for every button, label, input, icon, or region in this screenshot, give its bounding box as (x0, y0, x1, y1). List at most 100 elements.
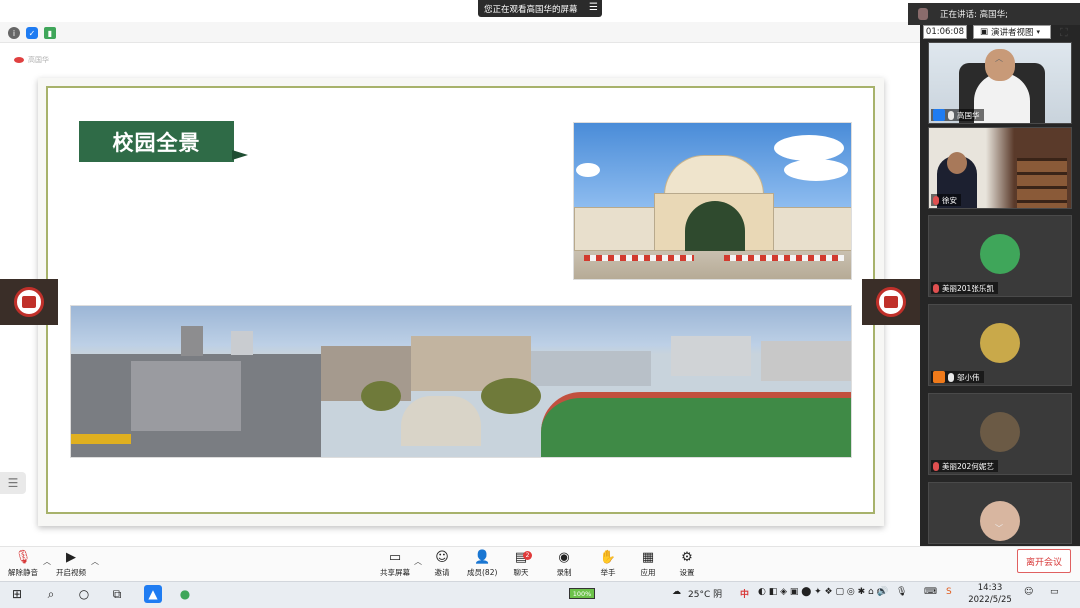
raise-hand-button[interactable]: ✋ 举手 (600, 550, 616, 578)
participant-tile[interactable]: ︿ 高国华 (928, 42, 1072, 124)
avatar (980, 501, 1020, 541)
raise-hand-label: 举手 (600, 568, 616, 577)
invite-label: 邀请 (434, 568, 450, 577)
volume-icon[interactable]: 🔊 (877, 587, 888, 597)
school-logo-right (862, 279, 920, 325)
info-icon[interactable]: i (8, 27, 20, 39)
view-mode-icon: ▣ (980, 27, 989, 37)
participant-name: 徐安 (942, 195, 957, 205)
settings-button[interactable]: ⚙ 设置 (679, 550, 695, 578)
clock-time: 14:33 (977, 583, 1003, 593)
emoji-icon[interactable]: ☺ (1024, 587, 1033, 597)
collapse-icon[interactable]: ︿ (995, 53, 1003, 64)
participant-tile[interactable]: 美丽201张乐凯 (928, 215, 1072, 297)
tray-apps-icon[interactable]: ◐ ◧ ◈ ▣ ⬤ ✦ ❖ ▢ ◎ ✱ ⌂ ◍ (758, 587, 884, 597)
participant-tile[interactable]: ﹀ (928, 482, 1072, 544)
school-logo-left (0, 279, 58, 325)
windows-start-icon[interactable]: ⊞ (8, 585, 26, 603)
members-button[interactable]: 👤 成员(82) (467, 550, 497, 578)
mic-icon (948, 110, 954, 120)
mic-tray-icon[interactable]: 🎙 (896, 587, 907, 597)
weather-text[interactable]: 25°C 阴 (688, 587, 722, 600)
hand-icon: ✋ (599, 550, 617, 565)
cortana-icon[interactable]: ○ (75, 585, 93, 603)
participant-name: 高国华 (957, 110, 980, 120)
campus-panorama-photo (70, 305, 852, 458)
slide-title: 校园全景 (79, 121, 234, 162)
hamburger-icon[interactable]: ☰ (589, 2, 598, 13)
fullscreen-icon[interactable]: ⛶ (1060, 26, 1068, 40)
start-video-button[interactable]: ▶ 开启视频 (56, 550, 86, 578)
mic-muted-icon: 🎙 (14, 550, 32, 565)
share-screen-icon: ▭ (388, 550, 402, 565)
members-label: 成员(82) (467, 568, 498, 577)
battery-indicator: 100% (569, 588, 595, 599)
screen: 您正在观看高国华的屏幕 ☰ i ✓ ▮ 高国华 校园全景 ☰ 正在讲话: 高国华… (0, 0, 1080, 608)
wechat-icon[interactable]: ● (176, 585, 194, 603)
view-mode-select[interactable]: ▣ 演讲者视图 ▾ (973, 25, 1051, 39)
apps-button[interactable]: ▦ 应用 (640, 550, 656, 578)
task-view-icon[interactable]: ⧉ (108, 585, 126, 603)
signal-icon[interactable]: ▮ (44, 27, 56, 39)
apps-label: 应用 (640, 568, 656, 577)
notification-icon[interactable]: ▭ (1050, 587, 1059, 597)
participant-tile[interactable]: 徐安 (928, 127, 1072, 209)
meeting-timer: 01:06:08 (923, 25, 967, 39)
host-icon (933, 109, 945, 121)
tencent-meeting-icon[interactable]: ▲ (144, 585, 162, 603)
gear-icon: ⚙ (681, 550, 693, 565)
mic-icon (948, 372, 954, 382)
ime-indicator[interactable]: 中 (740, 587, 749, 600)
shield-icon[interactable]: ✓ (26, 27, 38, 39)
avatar (980, 412, 1020, 452)
search-icon[interactable]: ⌕ (42, 585, 60, 603)
participant-name: 美丽201张乐凯 (942, 283, 994, 293)
chat-label: 聊天 (513, 568, 529, 577)
system-clock[interactable]: 14:33 2022/5/25 (966, 582, 1014, 606)
chevron-down-icon: ▾ (1036, 28, 1041, 36)
presenter-name: 高国华 (28, 56, 49, 64)
speaking-text: 正在讲话: 高国华; (940, 10, 1008, 20)
list-icon[interactable]: ☰ (0, 472, 26, 494)
eye-icon (14, 57, 24, 63)
chevron-up-icon[interactable]: ︿ (414, 556, 422, 567)
cloud-icon: ☁ (672, 587, 681, 597)
share-screen-button[interactable]: ▭ 共享屏幕 (380, 550, 410, 578)
speaking-indicator: 正在讲话: 高国华; (908, 3, 1080, 25)
screen-share-banner[interactable]: 您正在观看高国华的屏幕 ☰ (478, 0, 602, 17)
campus-gate-photo (573, 122, 852, 280)
start-video-label: 开启视频 (56, 568, 86, 577)
user-icon (933, 371, 945, 383)
apps-icon: ▦ (641, 550, 655, 565)
invite-icon: ☺ (435, 550, 449, 565)
participant-tile[interactable]: 美丽202何妮艺 (928, 393, 1072, 475)
record-label: 录制 (556, 568, 572, 577)
windows-taskbar (0, 581, 1080, 608)
meeting-toolbar (0, 546, 1080, 581)
participant-name: 邬小伟 (957, 372, 980, 382)
record-icon: ◉ (558, 550, 570, 565)
mic-muted-icon (933, 283, 939, 293)
share-banner-text: 您正在观看高国华的屏幕 (484, 4, 578, 15)
participant-tile[interactable]: 邬小伟 (928, 304, 1072, 386)
view-mode-label: 演讲者视图 (991, 28, 1034, 38)
chevron-up-icon[interactable]: ︿ (91, 556, 99, 567)
chevron-up-icon[interactable]: ︿ (43, 556, 51, 567)
unmute-button[interactable]: 🎙 解除静音 (8, 550, 38, 578)
chevron-down-icon[interactable]: ﹀ (995, 523, 1003, 534)
speaker-icon (918, 8, 928, 20)
slide-title-ribbon (232, 150, 248, 160)
clock-date: 2022/5/25 (968, 595, 1012, 605)
record-button[interactable]: ◉ 录制 (556, 550, 572, 578)
presenter-tag: 高国华 (14, 55, 49, 65)
leave-meeting-button[interactable]: 离开会议 (1017, 549, 1071, 573)
mic-muted-icon (933, 461, 939, 471)
unmute-label: 解除静音 (8, 568, 38, 577)
members-icon: 👤 (474, 550, 491, 565)
avatar (980, 234, 1020, 274)
invite-button[interactable]: ☺ 邀请 (434, 550, 450, 578)
ime-logo-icon[interactable]: S (946, 587, 952, 597)
settings-label: 设置 (679, 568, 695, 577)
language-icon[interactable]: ⌨ (924, 587, 937, 597)
chat-unread-badge: 2 (523, 551, 532, 560)
